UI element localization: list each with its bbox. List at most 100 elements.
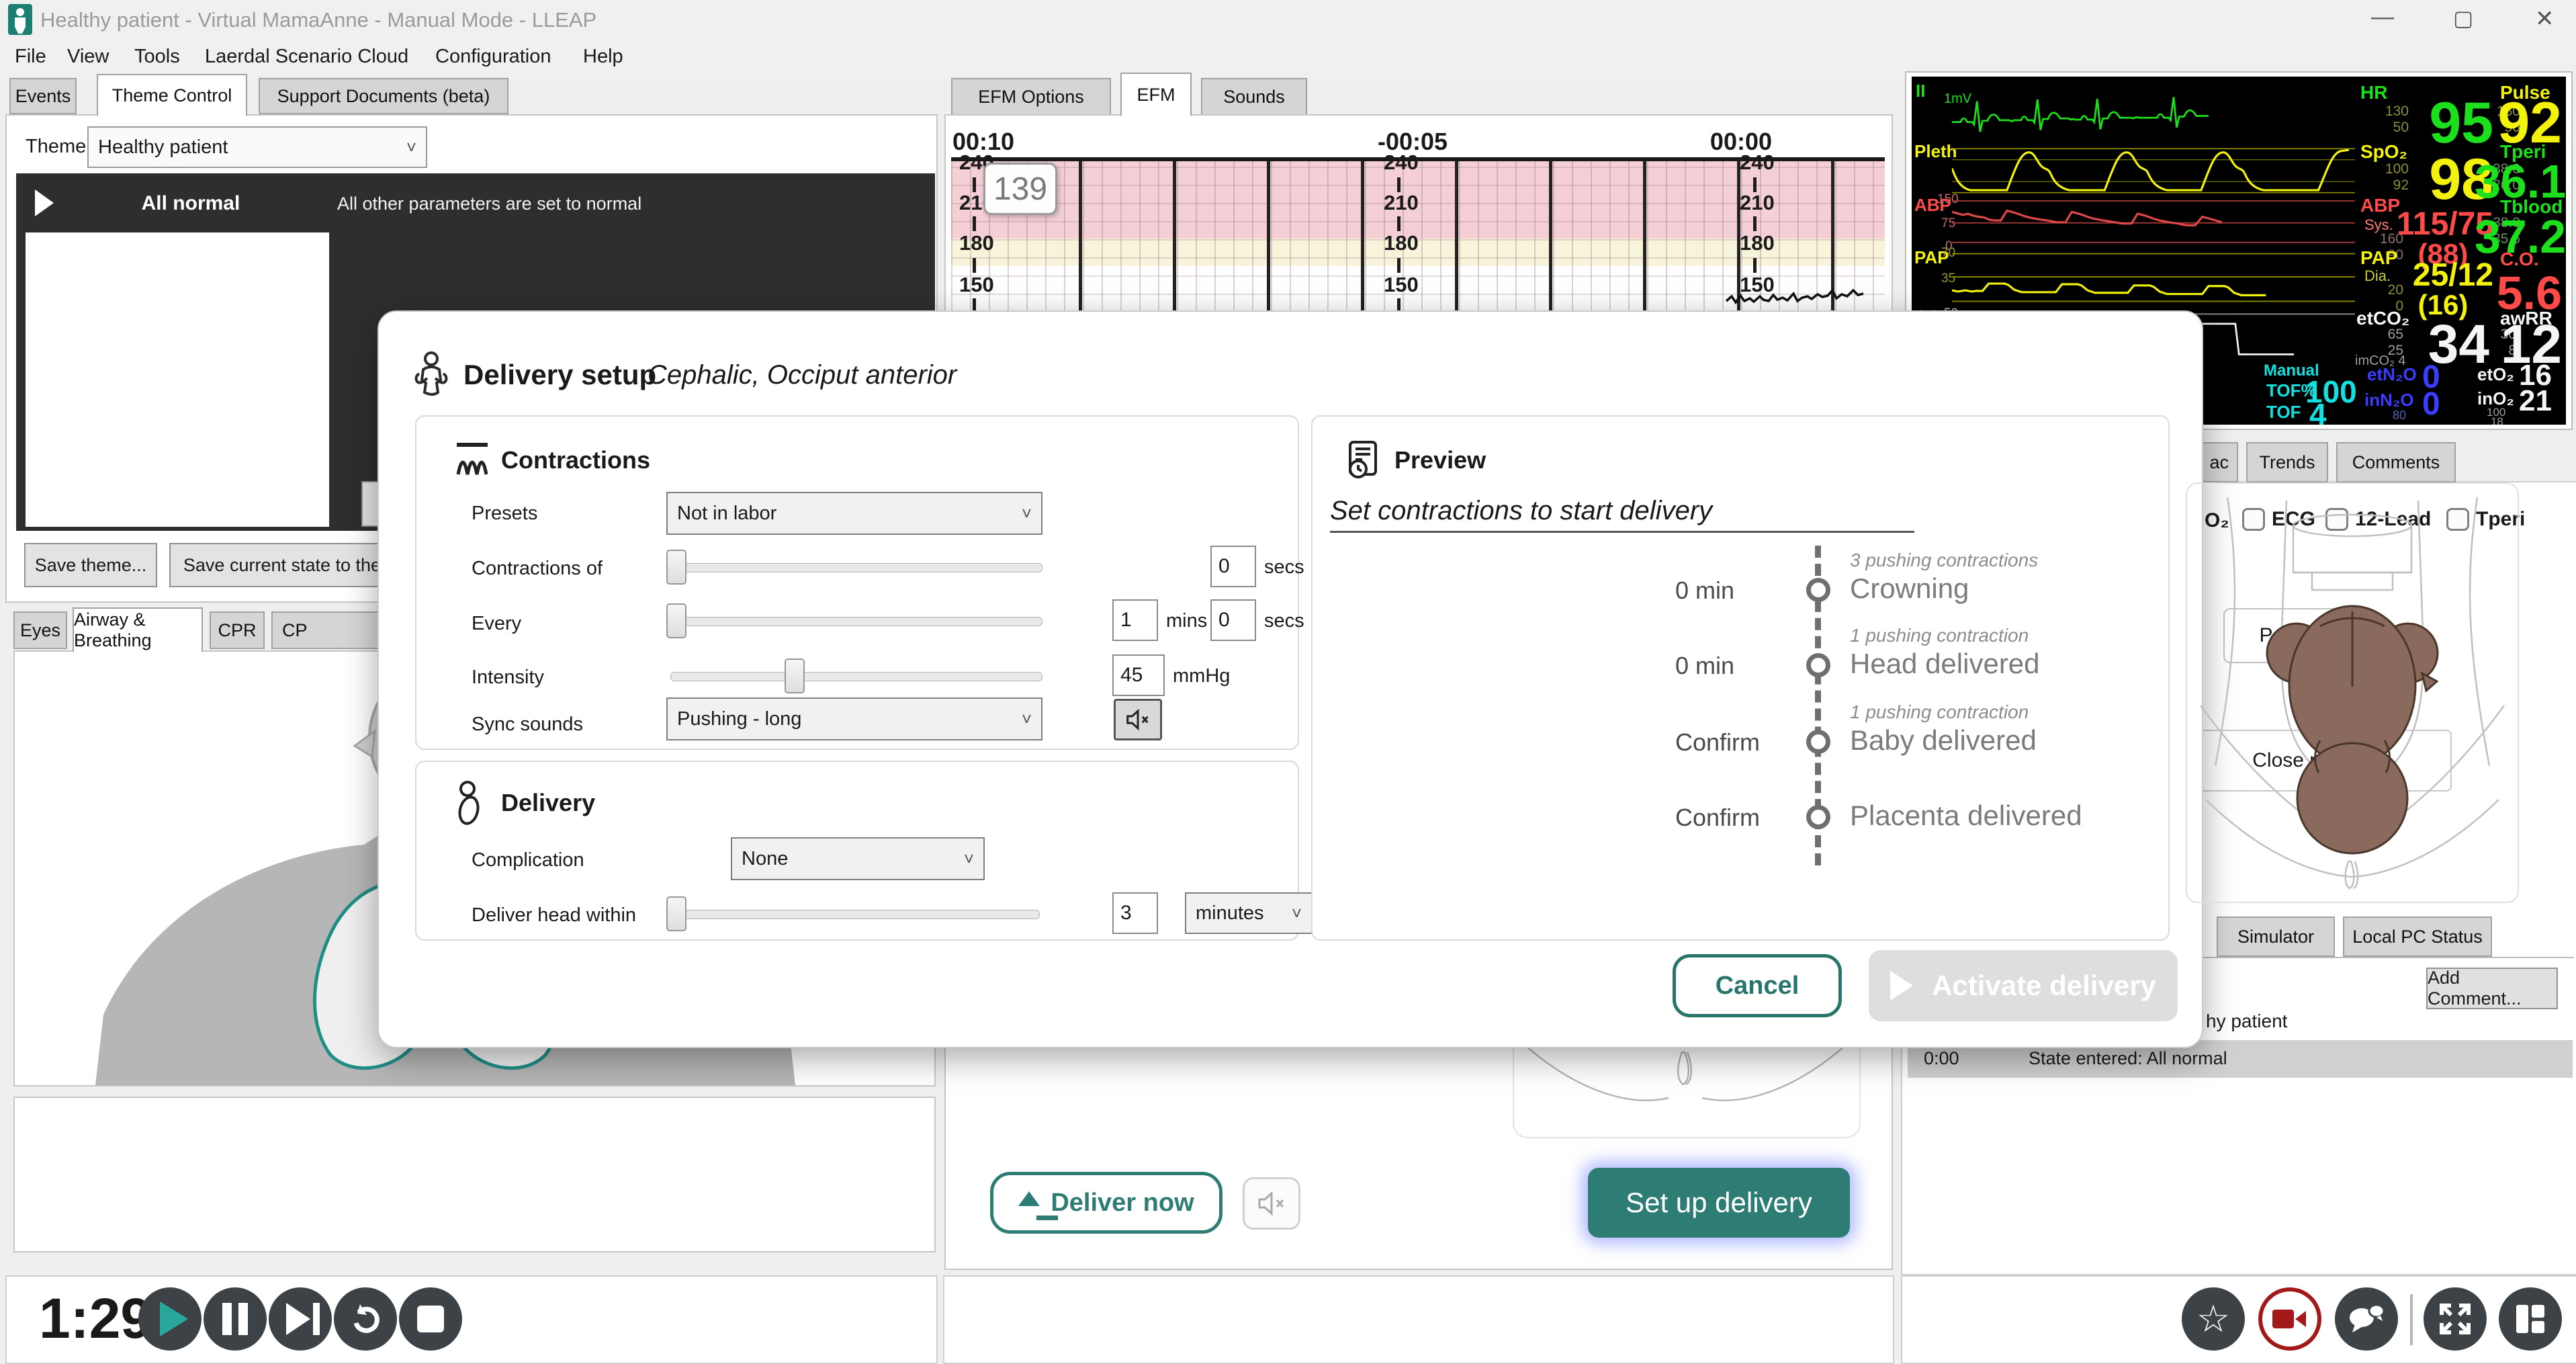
maximize-icon[interactable]: ▢ xyxy=(2453,5,2473,31)
favorite-button[interactable]: ☆ xyxy=(2182,1287,2245,1351)
theme-label: Theme: xyxy=(26,136,91,158)
tab-events[interactable]: Events xyxy=(9,78,77,114)
speaker-muted-icon xyxy=(1124,708,1151,731)
complication-select[interactable]: None˅ xyxy=(731,837,985,880)
deliver-now-button[interactable]: Deliver now xyxy=(990,1172,1223,1234)
sync-sounds-select[interactable]: Pushing - long˅ xyxy=(666,697,1042,740)
tab-cpr[interactable]: CPR xyxy=(210,611,265,649)
abp-waveform xyxy=(1952,195,2355,247)
efm-scale-label: 150 xyxy=(959,273,994,297)
delivery-card: Delivery Complication None˅ Deliver head… xyxy=(415,761,1299,941)
state-name[interactable]: All normal xyxy=(124,192,258,215)
pap-value: 25/12 xyxy=(2393,257,2493,294)
menu-file[interactable]: File xyxy=(15,46,46,68)
intensity-slider-thumb[interactable] xyxy=(785,658,805,693)
save-current-state-button[interactable]: Save current state to the xyxy=(169,543,395,587)
play-icon xyxy=(1890,971,1913,1000)
play-button[interactable] xyxy=(138,1287,202,1351)
intensity-input[interactable]: 45 xyxy=(1112,654,1165,696)
every-secs-input[interactable]: 0 xyxy=(1210,599,1256,641)
pause-session-button[interactable] xyxy=(204,1287,267,1351)
every-slider-thumb[interactable] xyxy=(666,603,686,638)
preview-instruction-underline xyxy=(1330,531,1914,533)
delivery-icon xyxy=(454,781,484,826)
title-bar: Healthy patient - Virtual MamaAnne - Man… xyxy=(0,0,2576,38)
tab-airway-breathing[interactable]: Airway & Breathing xyxy=(73,607,203,652)
preview-heading: Preview xyxy=(1394,446,1486,474)
every-slider[interactable] xyxy=(670,617,1042,626)
deliver-head-slider-thumb[interactable] xyxy=(666,896,686,931)
eject-icon-bar xyxy=(1036,1216,1058,1220)
chat-bubbles-icon xyxy=(2347,1303,2386,1335)
next-state-button[interactable] xyxy=(269,1287,332,1351)
tab-efm-options[interactable]: EFM Options xyxy=(951,78,1111,116)
hr-limits: 13050 xyxy=(2375,103,2409,136)
set-up-delivery-button[interactable]: Set up delivery xyxy=(1588,1168,1850,1238)
step-title: Placenta delivered xyxy=(1850,800,2082,832)
timeline-node xyxy=(1806,805,1830,829)
efm-tick xyxy=(1397,216,1401,231)
deliver-head-slider[interactable] xyxy=(670,910,1040,919)
close-icon[interactable]: ✕ xyxy=(2535,5,2555,32)
restart-icon xyxy=(347,1300,384,1338)
intensity-label: Intensity xyxy=(472,667,544,689)
add-comment-button[interactable]: Add Comment... xyxy=(2426,968,2558,1009)
tab-comments[interactable]: Comments xyxy=(2336,442,2456,482)
play-icon xyxy=(160,1302,188,1336)
stop-button[interactable] xyxy=(399,1287,462,1351)
restart-button[interactable] xyxy=(334,1287,397,1351)
efm-scale-label: 210 xyxy=(1740,191,1775,215)
tab-support-documents[interactable]: Support Documents (beta) xyxy=(259,78,508,114)
menu-laerdal-scenario-cloud[interactable]: Laerdal Scenario Cloud xyxy=(205,46,408,68)
every-mins-unit: mins xyxy=(1166,610,1207,632)
intensity-slider[interactable] xyxy=(670,672,1042,681)
inn2o-value: 0 xyxy=(2422,386,2440,423)
save-theme-button[interactable]: Save theme... xyxy=(24,543,157,587)
contractions-of-slider[interactable] xyxy=(670,563,1042,572)
minimize-icon[interactable]: — xyxy=(2371,4,2394,30)
etn2o-label: etN₂O xyxy=(2367,364,2417,385)
deliver-mute-button[interactable] xyxy=(1243,1177,1300,1230)
step-when: Confirm xyxy=(1675,804,1783,832)
pleth-waveform xyxy=(1952,141,2355,200)
deliver-head-unit-select[interactable]: minutes˅ xyxy=(1185,892,1313,934)
contractions-card: Contractions Presets Not in labor˅ Contr… xyxy=(415,415,1299,750)
chevron-down-icon: ˅ xyxy=(1292,903,1302,924)
tab-trends[interactable]: Trends xyxy=(2246,442,2328,482)
sync-mute-button[interactable] xyxy=(1114,699,1162,740)
timeline-node xyxy=(1806,578,1830,602)
bottom-left-bar: 1:29 xyxy=(5,1275,938,1364)
baby-position-illustration xyxy=(2186,482,2519,903)
stop-icon xyxy=(417,1306,444,1332)
fullscreen-button[interactable] xyxy=(2424,1287,2487,1351)
deliver-head-input[interactable]: 3 xyxy=(1112,892,1158,934)
every-secs-unit: secs xyxy=(1264,610,1304,632)
tab-sounds[interactable]: Sounds xyxy=(1201,78,1307,116)
chat-button[interactable] xyxy=(2335,1287,2398,1351)
record-video-button[interactable] xyxy=(2258,1287,2321,1351)
theme-select[interactable]: Healthy patient˅ xyxy=(87,126,427,168)
speaker-muted-icon xyxy=(1257,1190,1286,1217)
step-title: Head delivered xyxy=(1850,648,2040,680)
presets-select[interactable]: Not in labor˅ xyxy=(666,492,1042,535)
ino2-lo: 18 xyxy=(2491,415,2503,425)
efm-tick xyxy=(1397,258,1401,273)
tab-efm[interactable]: EFM xyxy=(1120,73,1192,116)
every-mins-input[interactable]: 1 xyxy=(1112,599,1158,641)
menu-help[interactable]: Help xyxy=(583,46,623,68)
menu-view[interactable]: View xyxy=(67,46,109,68)
state-list[interactable] xyxy=(26,232,329,527)
activate-delivery-button[interactable]: Activate delivery xyxy=(1869,950,2178,1021)
tab-local-pc-status[interactable]: Local PC Status xyxy=(2343,917,2492,957)
contractions-of-slider-thumb[interactable] xyxy=(666,550,686,585)
menu-tools[interactable]: Tools xyxy=(134,46,180,68)
tab-theme-control[interactable]: Theme Control xyxy=(97,74,247,116)
sync-sounds-label: Sync sounds xyxy=(472,714,583,736)
cancel-button[interactable]: Cancel xyxy=(1673,954,1842,1017)
contractions-of-input[interactable]: 0 xyxy=(1210,546,1256,587)
tab-simulator[interactable]: Simulator xyxy=(2217,917,2335,957)
layout-button[interactable] xyxy=(2499,1287,2562,1351)
menu-configuration[interactable]: Configuration xyxy=(435,46,551,68)
play-state-icon[interactable] xyxy=(35,189,54,216)
tab-eyes[interactable]: Eyes xyxy=(13,611,67,649)
